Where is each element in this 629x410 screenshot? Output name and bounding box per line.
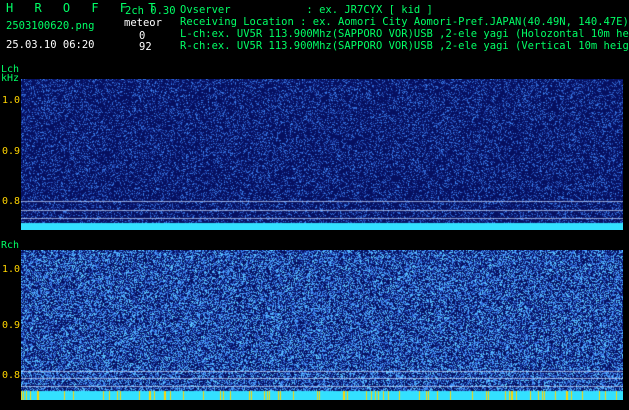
lch-ytick-0.9: 0.9 <box>1 146 20 157</box>
rch-ytick-0.9: 0.9 <box>1 320 20 331</box>
rch-ytick-1.0: 1.0 <box>1 264 20 275</box>
khz-unit: kHz <box>1 73 20 84</box>
rch-spectrogram <box>21 250 623 400</box>
lch-ytick-0.8: 0.8 <box>1 196 20 207</box>
location-info: Receiving Location : ex. Aomori City Aom… <box>180 16 629 28</box>
observer-info: Ovserver : ex. JR7CYX [ kid ] <box>180 4 433 16</box>
file-name: 2503100620.png <box>6 20 95 32</box>
mode-label: 2ch 0.30 <box>125 5 176 17</box>
meteor-count-right: 92 <box>139 41 152 53</box>
lch-spectrogram <box>21 79 623 230</box>
rch-label: Rch <box>1 240 20 251</box>
rch-ytick-0.8: 0.8 <box>1 370 20 381</box>
lch-info: L-ch:ex. UV5R 113.900Mhz(SAPPORO VOR)USB… <box>180 28 629 40</box>
lch-ytick-1.0: 1.0 <box>1 95 20 106</box>
rch-info: R-ch:ex. UV5R 113.900Mhz(SAPPORO VOR)USB… <box>180 40 629 52</box>
meteor-label: meteor <box>124 17 162 29</box>
date-time: 25.03.10 06:20 <box>6 39 95 51</box>
